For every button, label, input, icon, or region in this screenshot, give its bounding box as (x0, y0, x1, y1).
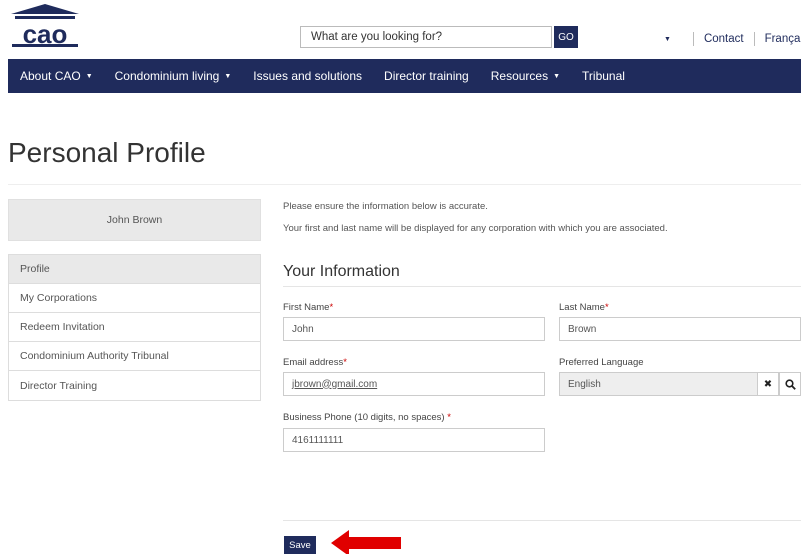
first-name-field[interactable]: John (283, 317, 545, 341)
nav-item-director-training[interactable]: Director training (384, 69, 469, 83)
email-field[interactable]: jbrown@gmail.com (283, 372, 545, 396)
nav-item-condominium-living[interactable]: Condominium living ▼ (115, 69, 232, 83)
profile-sidebar: Profile My Corporations Redeem Invitatio… (8, 254, 261, 401)
section-title: Your Information (283, 263, 400, 280)
sidebar-item-label: Director Training (20, 379, 98, 392)
svg-text:cao: cao (23, 19, 68, 47)
chevron-down-icon[interactable]: ▼ (664, 36, 671, 43)
sidebar-item-my-corporations[interactable]: My Corporations (9, 284, 260, 313)
sidebar-item-director-training[interactable]: Director Training (9, 371, 260, 400)
nav-item-resources[interactable]: Resources ▼ (491, 69, 560, 83)
chevron-down-icon: ▼ (85, 72, 93, 80)
clear-icon[interactable]: ✖ (757, 372, 779, 396)
save-button[interactable]: Save (284, 536, 316, 554)
user-name-panel: John Brown (8, 199, 261, 241)
user-name: John Brown (106, 214, 163, 226)
email-label: Email address* (283, 357, 347, 368)
search-icon[interactable] (779, 372, 801, 396)
divider (753, 32, 755, 46)
nav-item-about-cao[interactable]: About CAO ▼ (20, 69, 93, 83)
sidebar-item-label: Condominium Authority Tribunal (20, 350, 169, 362)
sidebar-item-condominium-authority-tribunal[interactable]: Condominium Authority Tribunal (9, 342, 260, 371)
divider (283, 520, 801, 521)
divider (283, 286, 801, 287)
main-nav: About CAO ▼ Condominium living ▼ Issues an… (8, 59, 801, 93)
sidebar-item-redeem-invitation[interactable]: Redeem Invitation (9, 313, 260, 342)
chevron-down-icon: ▼ (224, 72, 232, 80)
arrow-left-icon (331, 530, 401, 554)
accuracy-note: Please ensure the information below is a… (283, 201, 488, 212)
chevron-down-icon: ▼ (553, 72, 561, 80)
language-toggle-link[interactable]: Français (765, 33, 801, 45)
sidebar-item-label: Redeem Invitation (20, 321, 105, 333)
nav-item-issues-and-solutions[interactable]: Issues and solutions (253, 69, 362, 83)
first-name-label: First Name* (283, 302, 334, 313)
sidebar-item-label: My Corporations (20, 292, 98, 304)
last-name-field[interactable]: Brown (559, 317, 801, 341)
preferred-language-label: Preferred Language (559, 357, 644, 368)
business-phone-field[interactable]: 4161111111 (283, 428, 545, 452)
divider (692, 32, 694, 46)
divider (8, 184, 801, 185)
go-button[interactable]: GO (554, 26, 578, 48)
last-name-label: Last Name* (559, 302, 609, 313)
page-title: Personal Profile (8, 137, 206, 168)
search-input[interactable] (300, 26, 552, 48)
preferred-language-field[interactable]: English (559, 372, 758, 396)
search-bar: GO (300, 26, 578, 48)
business-phone-label: Business Phone (10 digits, no spaces) * (283, 412, 451, 423)
nav-item-tribunal[interactable]: Tribunal (582, 69, 625, 83)
sidebar-item-label: Profile (20, 263, 50, 275)
sidebar-item-profile[interactable]: Profile (9, 255, 260, 284)
top-links: ▼ Contact Français (664, 32, 801, 46)
cao-logo[interactable]: cao (9, 3, 81, 47)
contact-link[interactable]: Contact (704, 33, 744, 45)
display-name-note: Your first and last name will be display… (283, 223, 668, 234)
